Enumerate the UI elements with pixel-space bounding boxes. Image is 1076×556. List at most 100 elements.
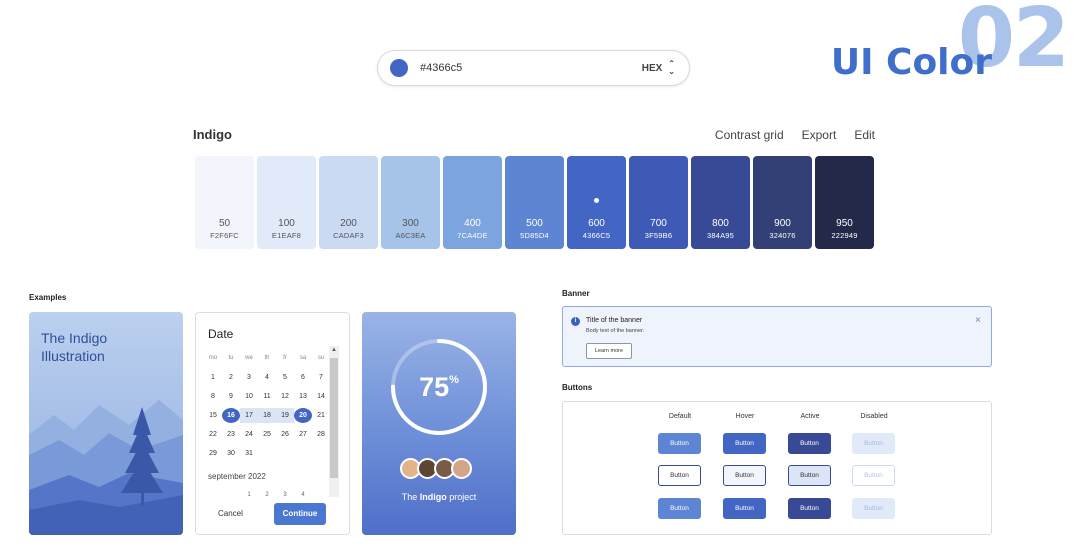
filled-disabled-button: Button	[852, 433, 895, 454]
filled-default-button[interactable]: Button	[658, 433, 701, 454]
format-select[interactable]: HEX ⌃ ⌄	[642, 60, 675, 76]
calendar-day[interactable]: 18	[258, 408, 276, 423]
swatch-shade: 700	[650, 218, 667, 229]
swatch-hex: 384A95	[706, 231, 735, 240]
swatch-700[interactable]: 700 3F59B6	[629, 156, 688, 249]
calendar-day[interactable]: 7	[312, 370, 330, 385]
edit-link[interactable]: Edit	[854, 128, 875, 142]
color-swatch-dot[interactable]	[390, 59, 408, 77]
swatch-950[interactable]: 950 222949	[815, 156, 874, 249]
color-value[interactable]: #4366c5	[420, 62, 642, 74]
swatch-hex: 4366C5	[582, 231, 611, 240]
calendar-day[interactable]: 29	[204, 446, 222, 461]
export-link[interactable]: Export	[802, 128, 837, 142]
swatch-100[interactable]: 100 E1EAF8	[257, 156, 316, 249]
swatch-hex: 5D85D4	[520, 231, 549, 240]
calendar-day[interactable]: 28	[312, 427, 330, 442]
contrast-grid-link[interactable]: Contrast grid	[715, 128, 784, 142]
swatch-hex: 324076	[769, 231, 796, 240]
calendar-day[interactable]: 24	[240, 427, 258, 442]
outline-disabled-button: Button	[852, 465, 895, 486]
calendar-day[interactable]: 23	[222, 427, 240, 442]
scroll-up-icon[interactable]: ▲	[329, 347, 339, 353]
calendar-day[interactable]: 25	[258, 427, 276, 442]
palette-name: Indigo	[193, 127, 232, 142]
calendar-day[interactable]: 12	[276, 389, 294, 404]
learn-more-button[interactable]: Learn more	[586, 343, 632, 359]
swatch-900[interactable]: 900 324076	[753, 156, 812, 249]
banner-label: Banner	[562, 289, 590, 298]
banner-title: Title of the banner	[586, 317, 643, 324]
swatch-50[interactable]: 50 F2F6FC	[195, 156, 254, 249]
swatch-300[interactable]: 300 A6C3EA	[381, 156, 440, 249]
cancel-button[interactable]: Cancel	[218, 509, 243, 518]
swatch-hex: E1EAF8	[271, 231, 302, 240]
outline-default-button[interactable]: Button	[658, 465, 701, 486]
calendar-day[interactable]: 4	[258, 370, 276, 385]
calendar-day[interactable]: 5	[276, 370, 294, 385]
calendar-day[interactable]: 13	[294, 389, 312, 404]
swatch-200[interactable]: 200 CADAF3	[319, 156, 378, 249]
outline-hover-button[interactable]: Button	[723, 465, 766, 486]
filled-active-button[interactable]: Button	[788, 433, 831, 454]
progress-unit: %	[449, 374, 459, 386]
calendar-day[interactable]: 14	[312, 389, 330, 404]
calendar-day[interactable]: 8	[204, 389, 222, 404]
calendar-day[interactable]: 22	[204, 427, 222, 442]
calendar-day[interactable]: 17	[240, 408, 258, 423]
calendar-day[interactable]: 6	[294, 370, 312, 385]
weekday-label: mo	[208, 355, 218, 361]
progress-value: 75%	[362, 372, 516, 403]
swatch-hex: 3F59B6	[644, 231, 673, 240]
swatch-shade: 900	[774, 218, 791, 229]
swatch-hex: 222949	[831, 231, 858, 240]
column-header: Default	[668, 413, 692, 420]
filled-hover-button[interactable]: Button	[723, 433, 766, 454]
outline-active-button[interactable]: Button	[788, 465, 831, 486]
calendar-day[interactable]: 15	[204, 408, 222, 423]
palette-swatches: 50 F2F6FC 100 E1EAF8 200 CADAF3 300 A6C3EA 400 7C…	[195, 156, 874, 249]
avatar-group	[400, 458, 472, 479]
swatch-500[interactable]: 500 5D85D4	[505, 156, 564, 249]
soft-hover-button[interactable]: Button	[723, 498, 766, 519]
calendar-day[interactable]: 2	[222, 370, 240, 385]
calendar-day[interactable]: 3	[240, 370, 258, 385]
calendar-day[interactable]: 31	[240, 446, 258, 461]
calendar-day[interactable]: 20	[294, 408, 312, 423]
calendar-day[interactable]: 26	[276, 427, 294, 442]
calendar-day[interactable]: 9	[222, 389, 240, 404]
swatch-800[interactable]: 800 384A95	[691, 156, 750, 249]
calendar-week: 22 23 24 25 26 27 28	[204, 425, 330, 444]
calendar-day[interactable]: 21	[312, 408, 330, 423]
swatch-shade: 300	[402, 218, 419, 229]
project-suffix: project	[446, 492, 477, 502]
calendar-day[interactable]: 11	[258, 389, 276, 404]
date-title: Date	[208, 327, 234, 341]
continue-button[interactable]: Continue	[274, 503, 326, 525]
soft-active-button[interactable]: Button	[788, 498, 831, 519]
soft-default-button[interactable]: Button	[658, 498, 701, 519]
color-input[interactable]: #4366c5 HEX ⌃ ⌄	[377, 50, 690, 86]
scroll-thumb[interactable]	[330, 358, 338, 478]
calendar-day	[312, 446, 330, 461]
calendar-day	[276, 446, 294, 461]
weekday-label: we	[245, 355, 253, 361]
project-label: The Indigo project	[362, 492, 516, 502]
column-header: Disabled	[860, 413, 888, 420]
swatch-hex: CADAF3	[333, 231, 364, 240]
calendar-day[interactable]: 1	[204, 370, 222, 385]
calendar-day[interactable]: 30	[222, 446, 240, 461]
weekday-label: sa	[299, 355, 307, 361]
calendar-day[interactable]: 10	[240, 389, 258, 404]
close-icon[interactable]: ×	[975, 315, 981, 326]
calendar-day[interactable]: 16	[222, 408, 240, 423]
calendar-day[interactable]: 19	[276, 408, 294, 423]
banner: i Title of the banner Body text of the b…	[562, 306, 992, 367]
swatch-600[interactable]: 600 4366C5	[567, 156, 626, 249]
swatch-400[interactable]: 400 7CA4DE	[443, 156, 502, 249]
examples-label: Examples	[29, 293, 67, 302]
calendar-day[interactable]: 27	[294, 427, 312, 442]
progress-card: 75% The Indigo project	[362, 312, 516, 535]
calendar-week: 1234567	[204, 368, 330, 387]
swatch-shade: 100	[278, 218, 295, 229]
